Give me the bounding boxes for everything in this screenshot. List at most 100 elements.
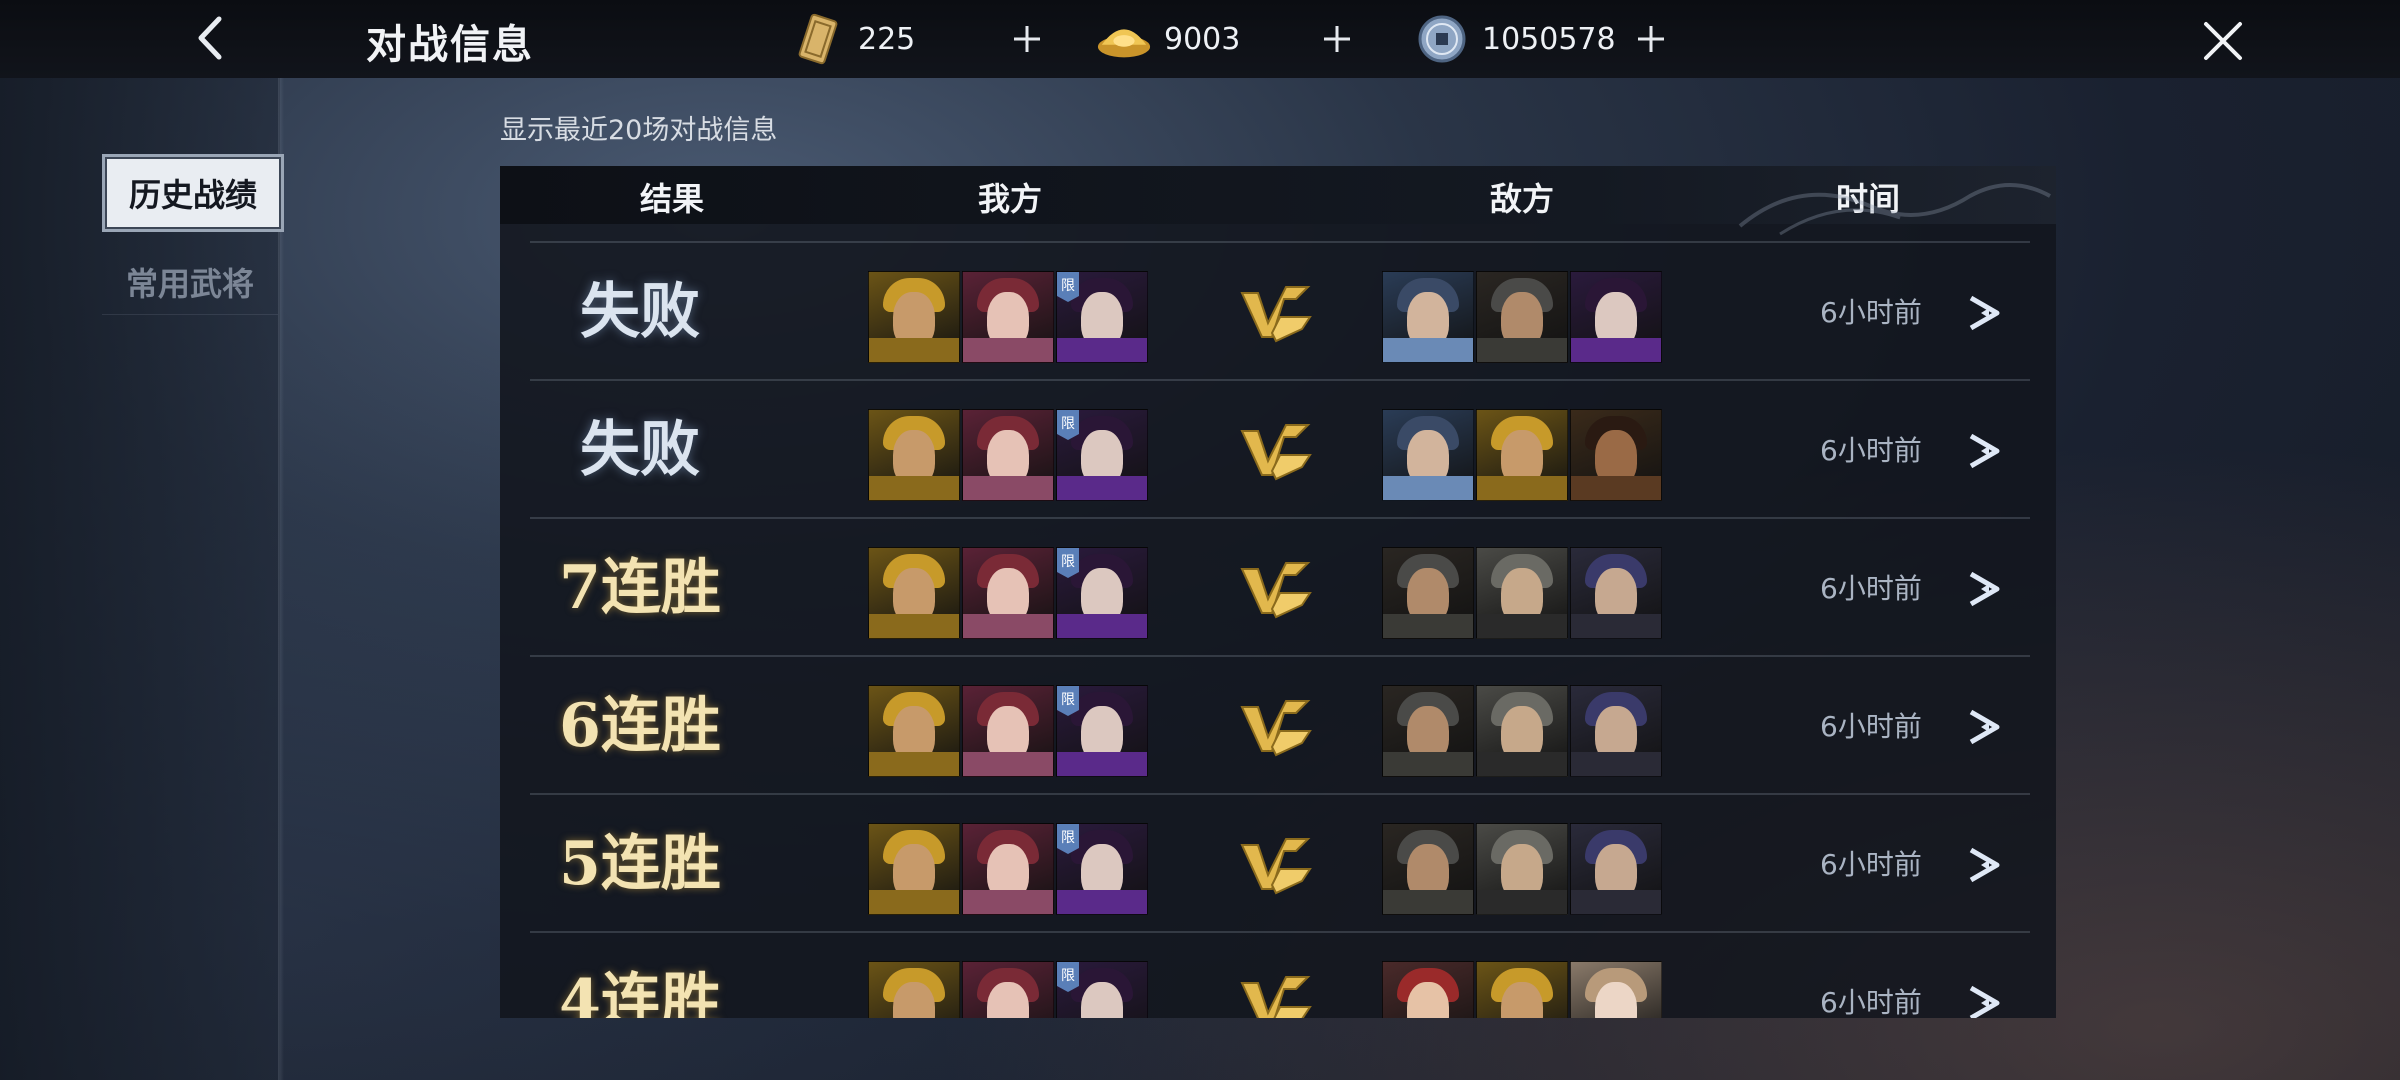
battle-detail-button[interactable] [1960, 977, 2012, 1018]
hero-portrait-blue-knight [1382, 271, 1474, 363]
hero-portrait-gold-warrior [868, 961, 960, 1018]
portrait-armor [963, 890, 1053, 914]
portrait-armor [1057, 752, 1147, 776]
hero-portrait-purple-swordsman: 限 [1056, 823, 1148, 915]
hero-portrait-blue-hat-strategist [1570, 685, 1662, 777]
plus-icon [1014, 26, 1040, 52]
currency-coin-value: 1050578 [1482, 21, 1616, 57]
close-icon [2204, 22, 2242, 60]
portrait-armor [1477, 752, 1567, 776]
battle-result: 6连胜 [559, 691, 721, 761]
battle-time: 6小时前 [1820, 710, 1922, 743]
back-button[interactable] [185, 10, 235, 66]
tab-history-record[interactable]: 历史战绩 [102, 154, 284, 232]
hero-portrait-gold-warrior [868, 547, 960, 639]
page-title: 对战信息 [366, 22, 534, 68]
hero-portrait-purple-swordsman: 限 [1056, 271, 1148, 363]
portrait-armor [869, 890, 959, 914]
vs-icon [1240, 562, 1312, 619]
hero-portrait-grey-general [1476, 547, 1568, 639]
battle-time: 6小时前 [1820, 572, 1922, 605]
top-bar: 对战信息 225 9003 1050578 [0, 0, 2400, 78]
tab-common-generals[interactable]: 常用武将 [102, 250, 278, 315]
list-subtitle: 显示最近20场对战信息 [500, 115, 778, 146]
hero-portrait-purple-swordsman: 限 [1056, 685, 1148, 777]
portrait-armor [869, 752, 959, 776]
hero-portrait-dark-warrior [1382, 547, 1474, 639]
vs-icon [1240, 976, 1312, 1018]
add-token-button[interactable] [1002, 14, 1052, 64]
gold-ingot-icon [1096, 11, 1152, 67]
portrait-armor [869, 338, 959, 362]
hero-portrait-gold-warrior [868, 823, 960, 915]
play-arrow-icon [1969, 985, 2000, 1018]
battle-detail-button[interactable] [1960, 839, 2012, 891]
hero-portrait-red-haired-lady [962, 823, 1054, 915]
table-row: 7连胜 限 6小时前 [530, 517, 2030, 655]
play-arrow-icon [1969, 709, 2000, 745]
portrait-armor [1057, 614, 1147, 638]
currency-coin: 1050578 [1414, 12, 1616, 66]
hero-portrait-dark-warrior [1382, 685, 1474, 777]
table-row: 4连胜 限 6小时前 [530, 931, 2030, 1018]
portrait-armor [963, 338, 1053, 362]
plus-icon [1638, 26, 1664, 52]
portrait-armor [1383, 338, 1473, 362]
battle-time: 6小时前 [1820, 986, 1922, 1018]
currency-token: 225 [790, 12, 915, 66]
hero-portrait-gold-warrior [1476, 961, 1568, 1018]
limited-badge: 限 [1057, 410, 1079, 440]
limited-badge: 限 [1057, 824, 1079, 854]
hero-portrait-red-haired-lady [962, 685, 1054, 777]
portrait-armor [963, 614, 1053, 638]
add-gold-button[interactable] [1312, 14, 1362, 64]
hero-portrait-blue-knight [1382, 409, 1474, 501]
hero-portrait-purple-swordsman: 限 [1056, 547, 1148, 639]
add-coin-button[interactable] [1626, 14, 1676, 64]
vs-icon [1240, 424, 1312, 481]
portrait-armor [1383, 752, 1473, 776]
battle-detail-button[interactable] [1960, 425, 2012, 477]
copper-coin-icon [1414, 11, 1470, 67]
battle-time: 6小时前 [1820, 296, 1922, 329]
close-button[interactable] [2196, 14, 2250, 68]
portrait-armor [869, 476, 959, 500]
play-arrow-icon [1969, 295, 2000, 331]
vs-icon [1240, 838, 1312, 895]
hero-portrait-grey-general [1476, 685, 1568, 777]
portrait-armor [1571, 338, 1661, 362]
hero-portrait-pale-lady [1570, 961, 1662, 1018]
hero-portrait-gold-warrior [868, 685, 960, 777]
battle-result: 失败 [580, 277, 700, 347]
hero-portrait-red-haired-lady [962, 271, 1054, 363]
portrait-armor [1057, 476, 1147, 500]
battle-detail-button[interactable] [1960, 701, 2012, 753]
portrait-armor [963, 752, 1053, 776]
portrait-armor [963, 476, 1053, 500]
battle-time: 6小时前 [1820, 848, 1922, 881]
column-enemy: 敌方 [1490, 180, 1555, 218]
hero-portrait-bearded-warrior [1570, 409, 1662, 501]
portrait-armor [1057, 890, 1147, 914]
battle-result: 7连胜 [559, 553, 721, 623]
portrait-armor [1477, 338, 1567, 362]
battle-result: 失败 [580, 415, 700, 485]
hero-portrait-purple-swordsman: 限 [1056, 409, 1148, 501]
battle-detail-button[interactable] [1960, 563, 2012, 615]
play-arrow-icon [1969, 433, 2000, 469]
portrait-armor [1383, 890, 1473, 914]
currency-gold: 9003 [1096, 12, 1240, 66]
portrait-armor [1571, 476, 1661, 500]
battle-time: 6小时前 [1820, 434, 1922, 467]
hero-portrait-purple-swordsman: 限 [1056, 961, 1148, 1018]
battle-detail-button[interactable] [1960, 287, 2012, 339]
portrait-armor [1571, 752, 1661, 776]
portrait-armor [1477, 476, 1567, 500]
column-ally: 我方 [978, 180, 1043, 218]
limited-badge: 限 [1057, 548, 1079, 578]
table-row: 失败 限 6小时前 [530, 241, 2030, 379]
table-header: 结果 我方 敌方 时间 [500, 166, 2056, 236]
plus-icon [1324, 26, 1350, 52]
portrait-armor [869, 614, 959, 638]
play-arrow-icon [1969, 571, 2000, 607]
